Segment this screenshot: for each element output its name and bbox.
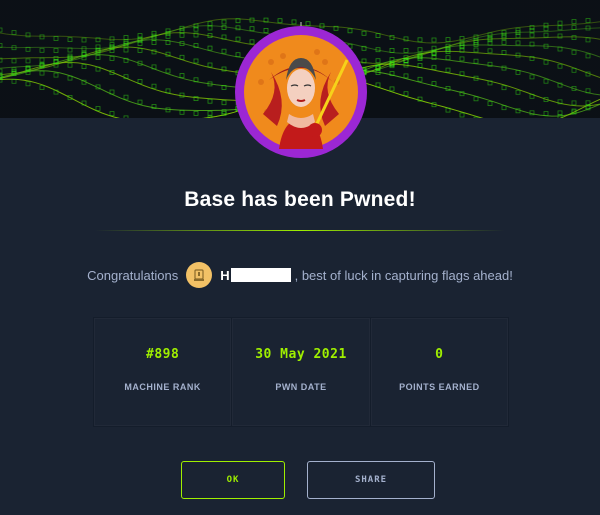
username: H: [220, 267, 291, 283]
congrats-prefix: Congratulations: [87, 267, 179, 283]
username-redaction: [230, 268, 291, 282]
stats-panel: #898 MACHINE RANK 30 May 2021 PWN DATE 0…: [93, 317, 509, 427]
stat-value: 0: [435, 347, 444, 362]
stat-label: MACHINE RANK: [124, 382, 201, 392]
machine-avatar: [231, 0, 371, 162]
username-initial: H: [220, 267, 230, 283]
stat-value: #898: [146, 347, 180, 362]
page-title: Base has been Pwned!: [184, 188, 416, 211]
congrats-message: Congratulations H , best of luck in capt…: [0, 262, 600, 288]
pwned-modal: Base has been Pwned! Congratulations H ,…: [0, 0, 600, 515]
stat-label: POINTS EARNED: [399, 382, 480, 392]
congrats-suffix: , best of luck in capturing flags ahead!: [294, 267, 513, 283]
user-avatar-icon: [186, 262, 213, 288]
stat-pwn-date: 30 May 2021 PWN DATE: [232, 318, 371, 426]
stat-points-earned: 0 POINTS EARNED: [371, 318, 508, 426]
stat-label: PWN DATE: [275, 382, 327, 392]
title-divider: [95, 230, 505, 231]
ok-button[interactable]: OK: [181, 461, 285, 499]
share-button[interactable]: SHARE: [307, 461, 435, 499]
stat-machine-rank: #898 MACHINE RANK: [94, 318, 233, 426]
stat-value: 30 May 2021: [255, 347, 347, 362]
